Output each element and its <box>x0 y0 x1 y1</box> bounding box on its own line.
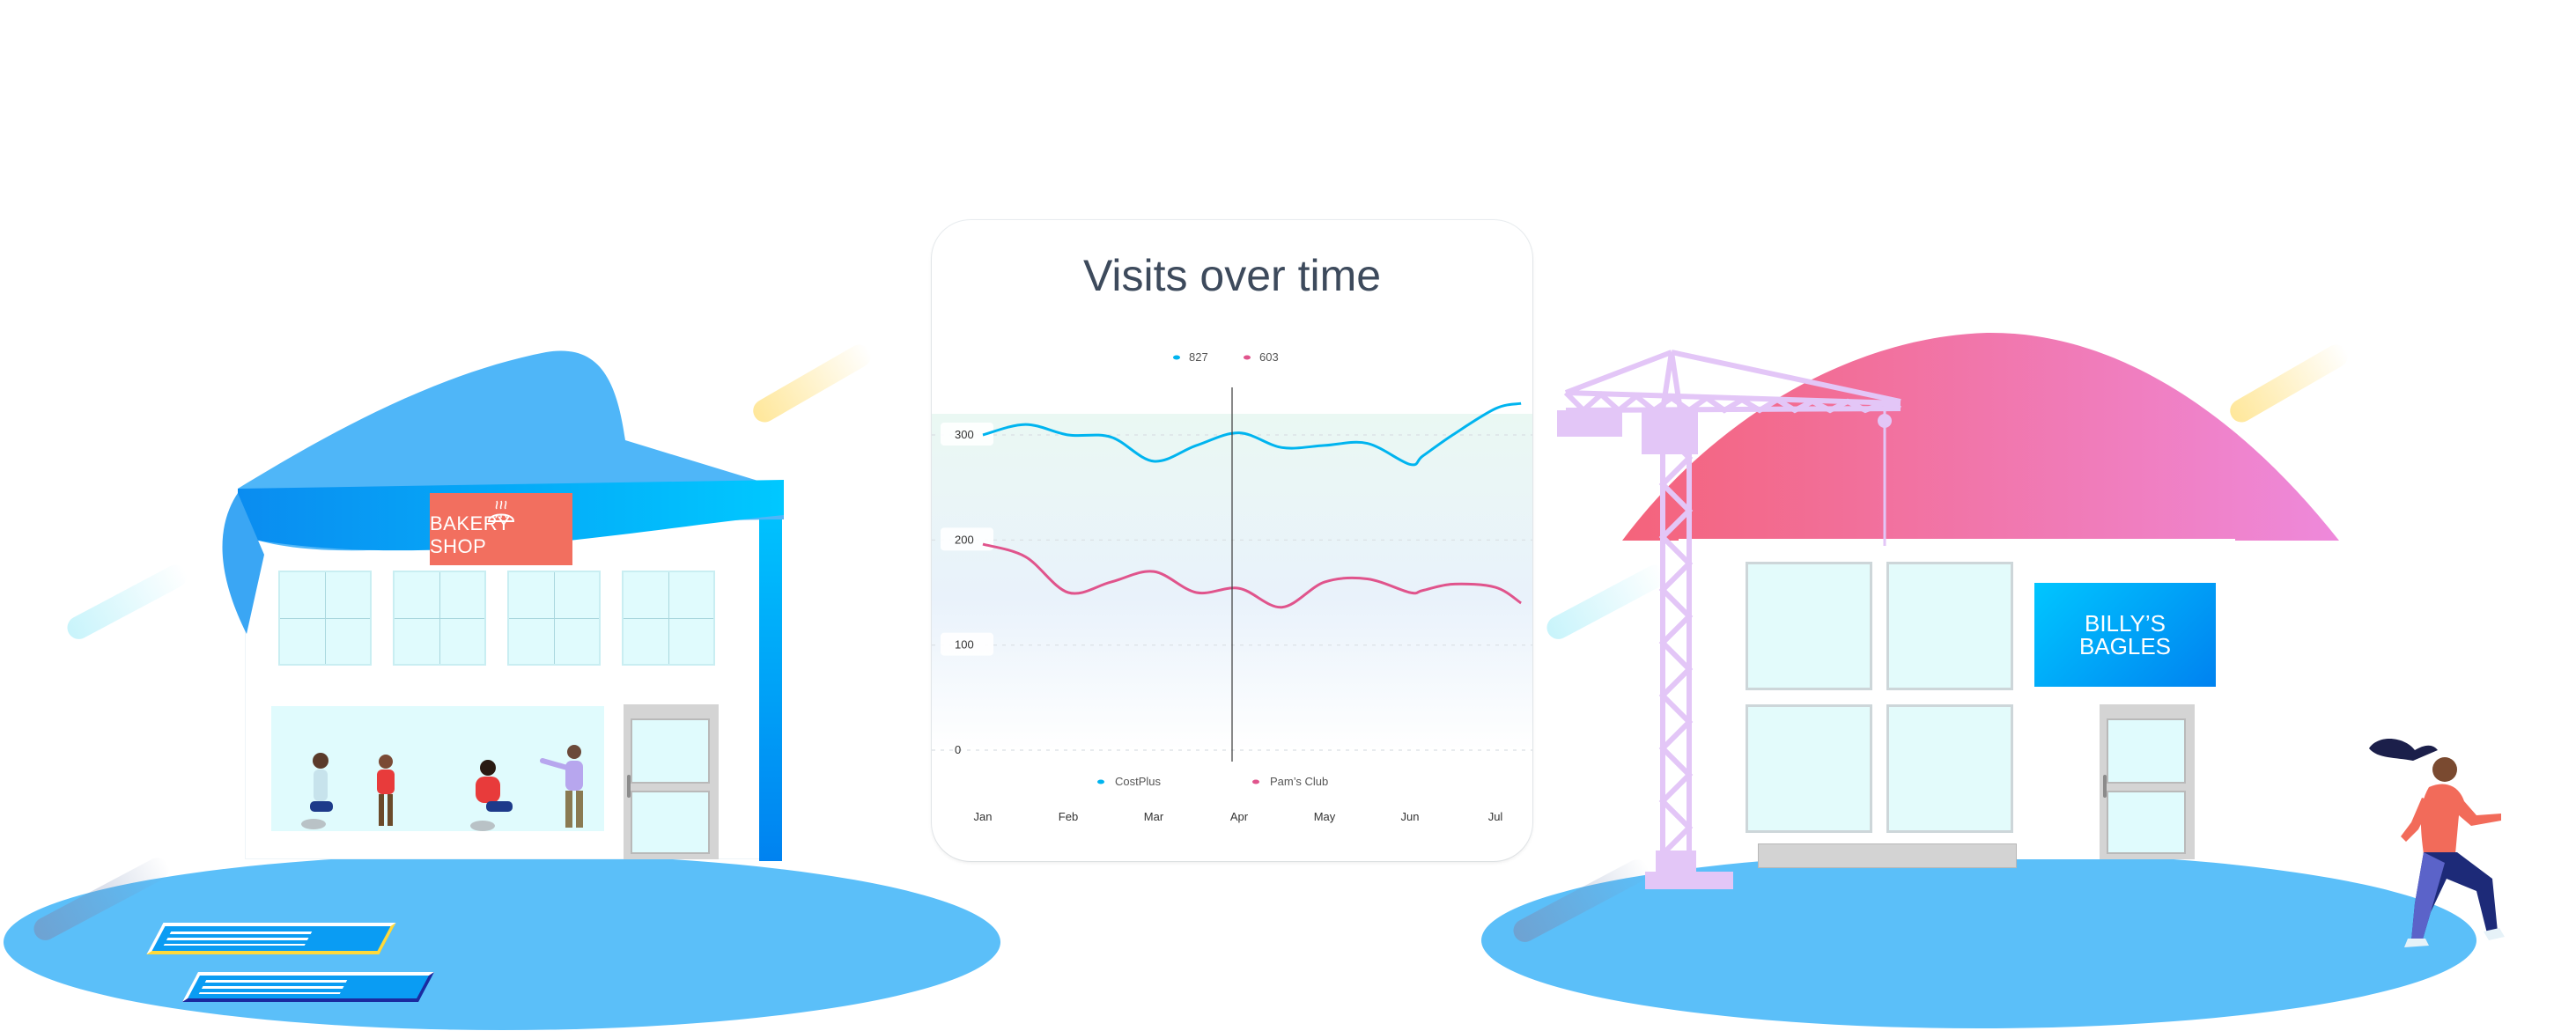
bakery-window <box>507 571 601 666</box>
decorative-streak <box>63 561 191 644</box>
bakery-window <box>278 571 372 666</box>
bagles-sign: BILLY’S BAGLES <box>2034 583 2216 687</box>
bakery-door <box>631 791 710 854</box>
y-tick-label: 100 <box>955 638 974 652</box>
door-handle-icon <box>627 775 631 798</box>
legend-label: Pam’s Club <box>1270 775 1328 788</box>
x-tick-label: Mar <box>1144 810 1164 823</box>
bagles-sign-line1: BILLY’S <box>2084 610 2166 637</box>
floor-mat <box>146 923 396 954</box>
x-tick-label: Jun <box>1401 810 1420 823</box>
y-tick-label: 200 <box>955 533 974 546</box>
bakery-sign: BAKERY SHOP <box>430 493 572 565</box>
legend-label: CostPlus <box>1115 775 1162 788</box>
crane-icon <box>1557 350 1901 889</box>
bakery-people <box>301 745 583 831</box>
bagles-door <box>2107 791 2186 854</box>
floor-mat <box>181 972 435 1002</box>
x-tick-label: Apr <box>1230 810 1249 823</box>
hover-value: 827 <box>1189 350 1208 364</box>
door-handle-icon <box>2103 775 2107 798</box>
bakery-door <box>631 718 710 784</box>
bagles-door <box>2107 718 2186 784</box>
x-tick-label: May <box>1314 810 1336 823</box>
legend-marker <box>1097 779 1104 784</box>
x-tick-label: Feb <box>1059 810 1078 823</box>
running-person-icon <box>2369 738 2505 947</box>
legend-marker <box>1252 779 1259 784</box>
bakery-window <box>622 571 715 666</box>
hover-value-marker <box>1244 355 1251 360</box>
chart-card: Visits over time 0 100 200 300 827 603 CostPlu… <box>932 220 1532 861</box>
hover-value-marker <box>1173 355 1180 360</box>
bagles-sign-line2: BAGLES <box>2078 633 2172 659</box>
x-tick-label: Jan <box>974 810 993 823</box>
y-tick-label: 300 <box>955 428 974 441</box>
x-tick-label: Jul <box>1488 810 1503 823</box>
hover-value: 603 <box>1259 350 1279 364</box>
bakery-window <box>393 571 486 666</box>
y-tick-label: 0 <box>955 743 961 756</box>
illustration-scene: BAKERY SHOP Visits over time 0 100 200 3… <box>0 0 2576 1031</box>
bread-icon <box>487 500 515 522</box>
line-chart: 0 100 200 300 827 603 CostPlus Pam’s Club Jan Feb… <box>932 350 1532 823</box>
